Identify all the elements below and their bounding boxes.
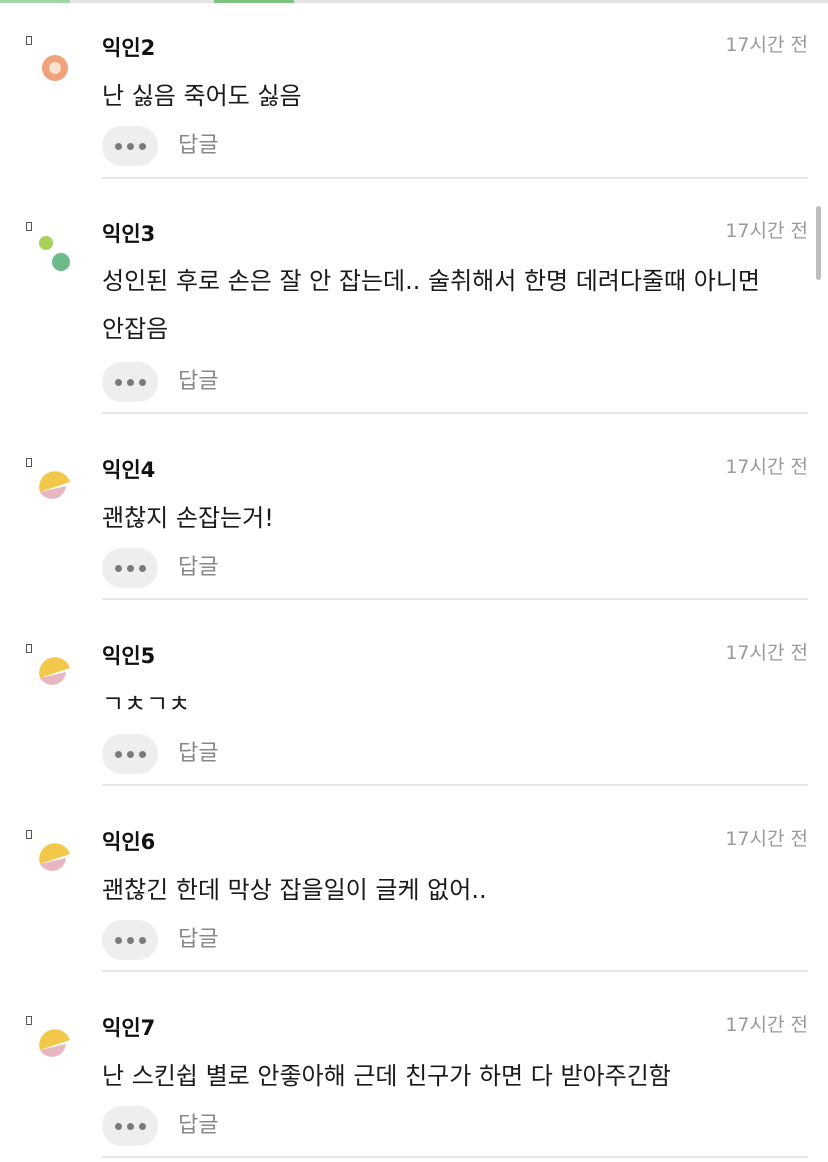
green-dots-avatar-icon [39,236,70,271]
comment-time: 17시간 전 [725,1014,808,1036]
comment-divider [102,970,808,972]
comment-divider [102,1156,808,1158]
comment-author: 익인7 [102,1016,156,1040]
yellow-pink-halves-avatar-icon [39,1029,70,1057]
reply-link[interactable]: 답글 [178,132,218,160]
comment-divider [102,784,808,786]
comment-author: 익인5 [102,644,156,668]
comment-time: 17시간 전 [725,34,808,56]
more-dot-icon [126,750,134,758]
more-dot-icon [126,1122,134,1130]
yellow-pink-halves-avatar-icon [39,843,70,871]
reply-marker-icon [26,36,32,45]
top-tab-indicator-bar [0,0,828,3]
comment-text: 난 싫음 죽어도 싫음 [102,82,302,110]
comment-author: 익인2 [102,36,156,60]
comment-time: 17시간 전 [725,456,808,478]
reply-marker-icon [26,458,32,467]
comment-author: 익인3 [102,222,156,246]
more-dot-icon [114,142,122,150]
more-dot-icon [138,1122,146,1130]
comment-text: 성인된 후로 손은 잘 안 잡는데.. 술취해서 한명 데려다줄때 아니면 안잡… [102,267,760,343]
more-options-button[interactable] [102,362,158,402]
comment-time: 17시간 전 [725,642,808,664]
scrollbar-thumb[interactable] [816,206,821,280]
more-options-button[interactable] [102,920,158,960]
orange-ring-avatar-icon [42,55,68,81]
more-options-button[interactable] [102,126,158,166]
more-dot-icon [138,142,146,150]
comment-divider [102,412,808,414]
more-dot-icon [114,936,122,944]
more-dot-icon [138,936,146,944]
comment-text: ㄱㅊㄱㅊ [102,690,191,718]
comment-time: 17시간 전 [725,220,808,242]
more-dot-icon [114,750,122,758]
comment-author: 익인6 [102,830,156,854]
more-dot-icon [126,378,134,386]
yellow-pink-halves-avatar-icon [39,471,70,499]
comment-author: 익인4 [102,458,156,482]
more-options-button[interactable] [102,1106,158,1146]
reply-marker-icon [26,830,32,839]
more-dot-icon [138,378,146,386]
more-dot-icon [126,142,134,150]
reply-marker-icon [26,1016,32,1025]
reply-marker-icon [26,644,32,653]
reply-link[interactable]: 답글 [178,1112,218,1140]
more-options-button[interactable] [102,548,158,588]
reply-link[interactable]: 답글 [178,554,218,582]
more-dot-icon [126,936,134,944]
reply-marker-icon [26,222,32,231]
comment-text: 괜찮긴 한데 막상 잡을일이 글케 없어.. [102,876,487,904]
more-dot-icon [114,1122,122,1130]
comment-text: 난 스킨쉽 별로 안좋아해 근데 친구가 하면 다 받아주긴함 [102,1062,671,1090]
more-dot-icon [138,750,146,758]
reply-link[interactable]: 답글 [178,368,218,396]
reply-link[interactable]: 답글 [178,926,218,954]
more-options-button[interactable] [102,734,158,774]
comment-divider [102,598,808,600]
more-dot-icon [114,564,122,572]
comment-time: 17시간 전 [725,828,808,850]
comment-text: 괜찮지 손잡는거! [102,504,274,532]
reply-link[interactable]: 답글 [178,740,218,768]
comment-divider [102,177,808,179]
more-dot-icon [114,378,122,386]
tab-indicator-active [214,0,294,3]
more-dot-icon [138,564,146,572]
more-dot-icon [126,564,134,572]
tab-indicator-segment [0,0,70,3]
yellow-pink-halves-avatar-icon [39,657,70,685]
